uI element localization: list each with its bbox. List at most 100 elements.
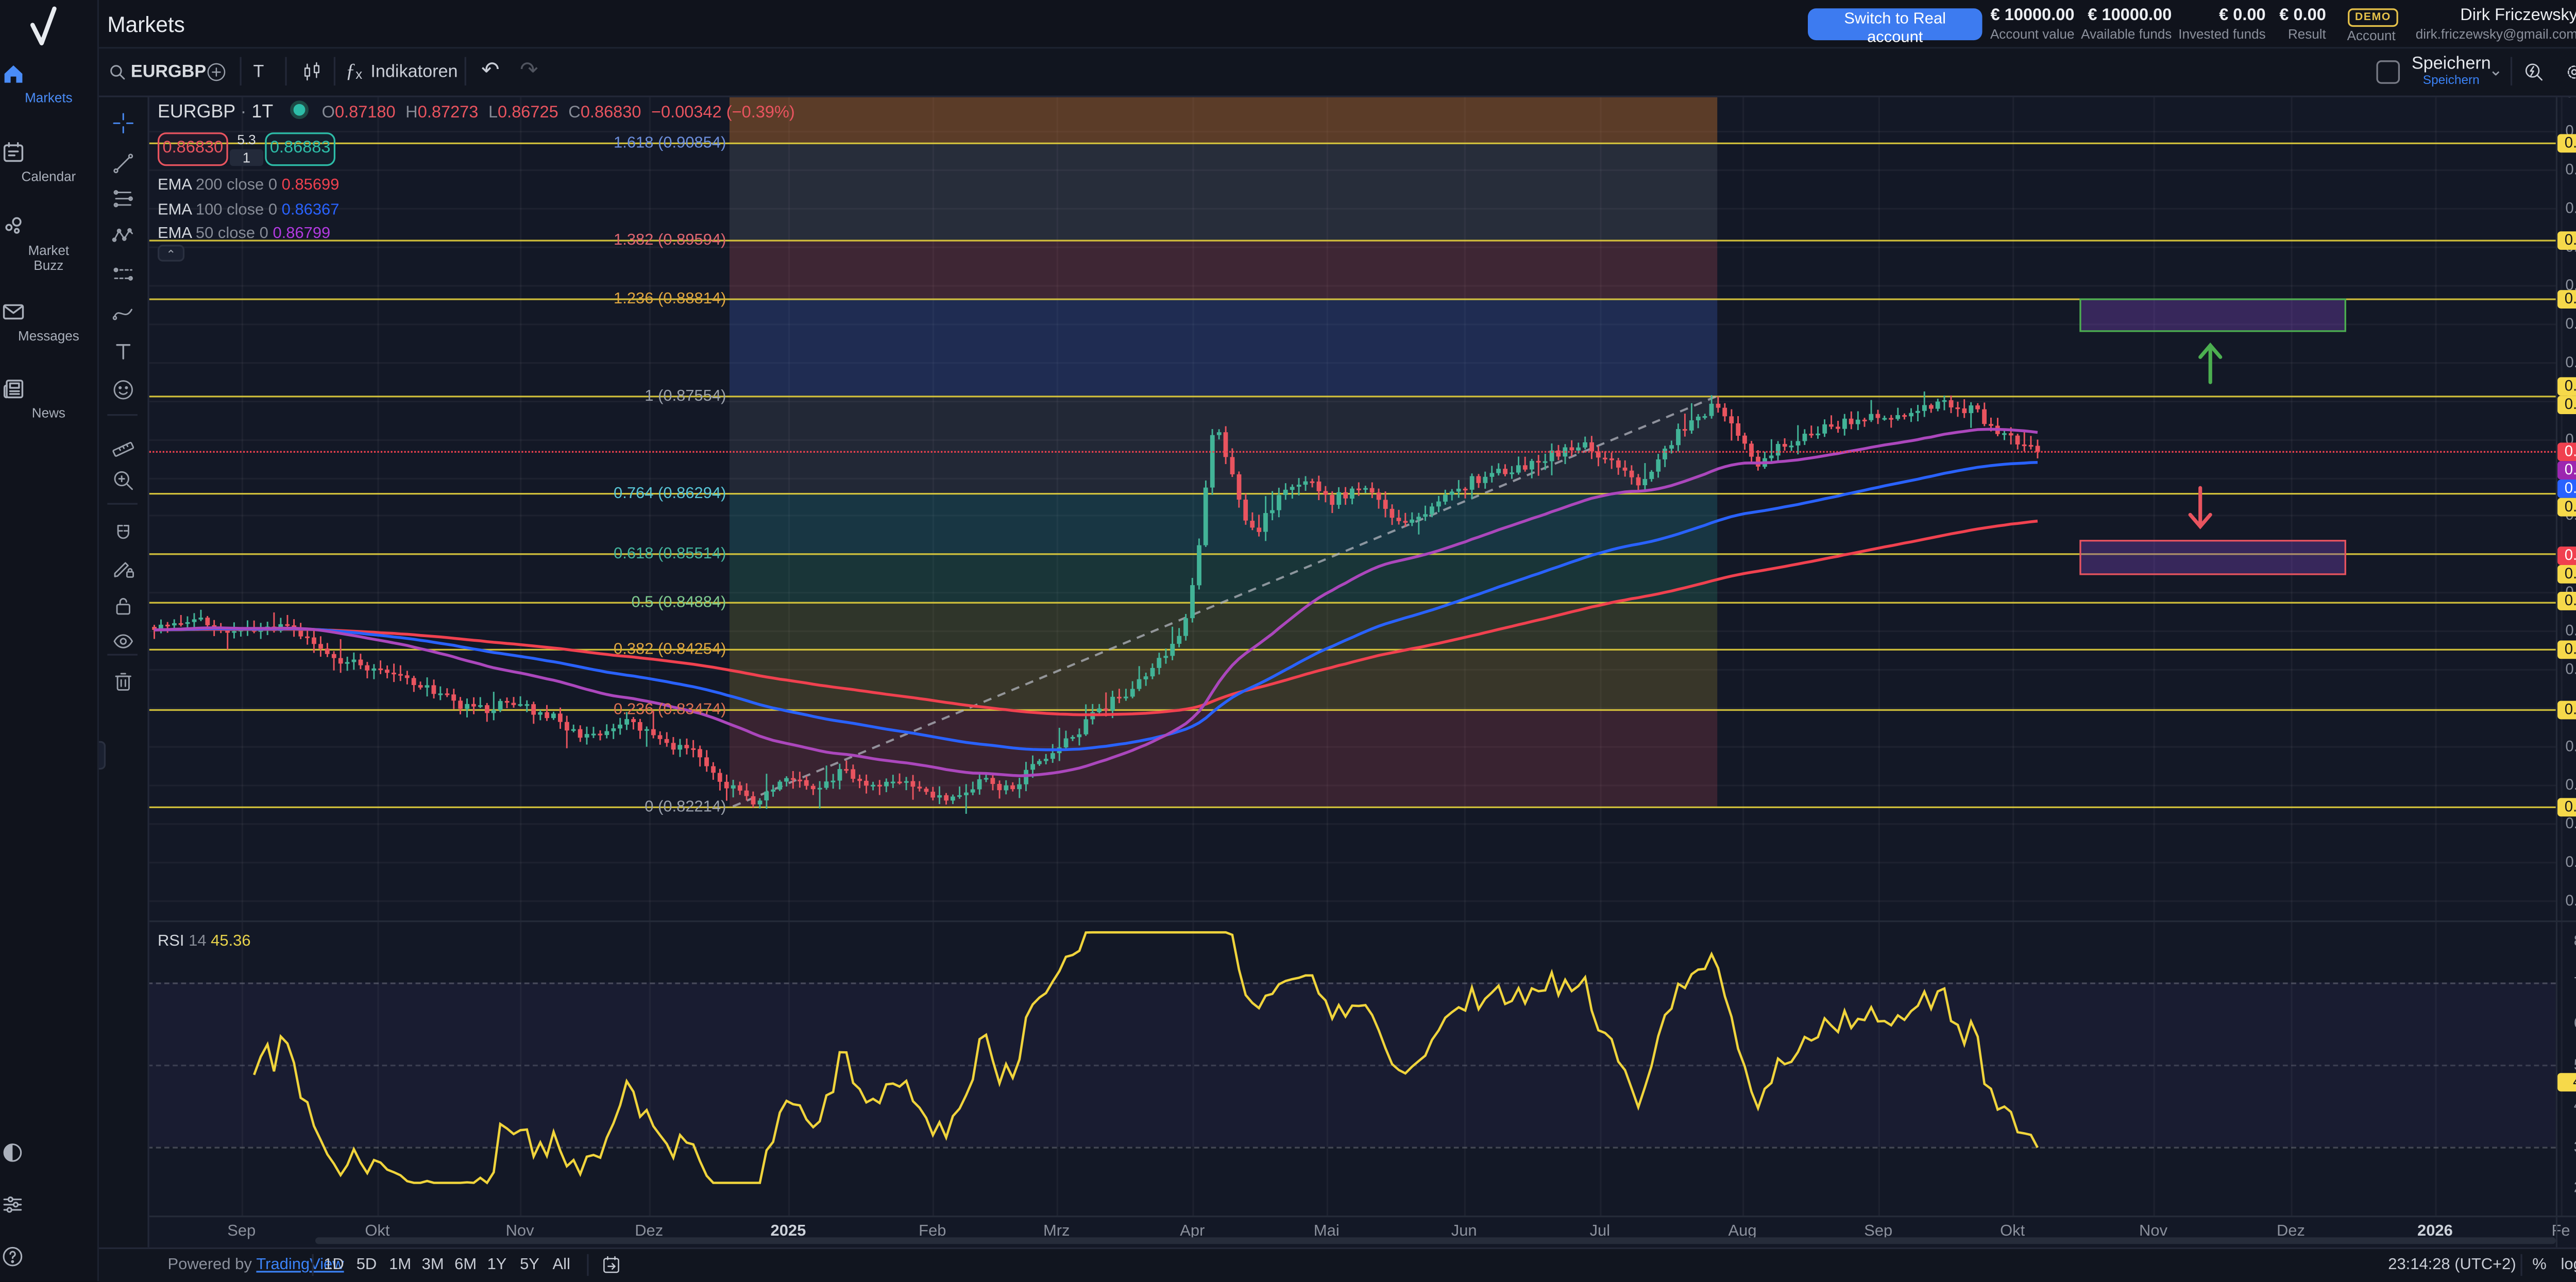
toolbar-separator [465,57,466,86]
indicator-legend-row[interactable]: EMA 100 close 0 0.86367 [158,200,339,219]
toolbar-separator [334,57,335,86]
time-axis-label: Sep [227,1222,256,1241]
range-button-1d[interactable]: 1D [324,1249,344,1281]
sliders-button[interactable] [0,1192,97,1217]
sidebar-item-label: Calendar [0,169,97,184]
ema-200-line[interactable] [154,521,2037,715]
switch-to-real-account-button[interactable]: Switch to Real account [1808,8,1982,40]
sidebar-item-news[interactable]: News [0,375,97,421]
tool-zoom-in[interactable] [97,463,148,496]
price-pane-canvas[interactable] [147,96,2555,921]
stat-label: Result [2279,27,2326,42]
price-axis-label: 0.84500 [2561,622,2576,639]
market-status-dot[interactable] [290,100,309,119]
stat-value: € 10000.00 [2081,7,2172,25]
quick-search-icon[interactable] [2522,47,2546,95]
user-name: Dirk Friczewsky [2460,7,2576,25]
indicator-name: EMA [158,225,191,243]
contrast-button[interactable] [0,1140,97,1165]
price-axis-chip: 0.86830 [2557,442,2576,461]
range-button-5y[interactable]: 5Y [520,1249,539,1281]
range-button-6m[interactable]: 6M [454,1249,477,1281]
range-button-1m[interactable]: 1M [389,1249,411,1281]
resistance-box[interactable] [2079,298,2346,332]
help-button[interactable] [0,1244,97,1269]
tool-trend-line[interactable] [97,146,148,179]
price-axis-label: 0.82500 [2561,776,2576,793]
account-stat: € 0.00Result [2279,7,2326,42]
tool-hide-drawings[interactable] [97,624,148,657]
account-stat: € 10000.00Available funds [2081,7,2172,42]
quantity-field[interactable]: 1 [230,149,263,166]
ema-100-line[interactable] [154,463,2037,750]
tool-text[interactable] [97,334,148,367]
indicators-button[interactable]: ƒxIndikatoren [346,47,458,95]
clock-label[interactable]: 23:14:28 (UTC+2) [2388,1249,2516,1281]
app-sidebar: Markets Calendar Market Buzz Messages News [0,0,99,1280]
price-axis-chip: 0.90854 [2557,133,2576,152]
save-menu-chevron-icon[interactable]: ⌄ [2489,47,2503,95]
horizontal-scrollbar[interactable] [315,1237,2556,1244]
rsi-legend-row[interactable]: RSI 14 45.36 [158,932,251,951]
rsi-value-label: 45.36 [2557,1073,2576,1092]
drawing-toolbar [97,96,149,1247]
save-button[interactable]: SpeichernSpeichern [2412,47,2491,95]
range-button-all[interactable]: All [553,1249,570,1281]
sidebar-item-market[interactable]: Market Buzz [0,213,97,273]
legend-change: −0.00342 (−0.39%) [651,104,795,123]
chart-settings-icon[interactable] [2563,47,2576,95]
price-axis-label: 0.81000 [2561,891,2576,908]
tool-brush[interactable] [97,295,148,329]
buy-button[interactable]: 0.86883 [265,132,335,166]
scale-button-log[interactable]: log [2561,1249,2576,1281]
legend-collapse-button[interactable]: ⌄ [158,245,184,262]
tool-crosshair[interactable] [97,106,148,139]
sidebar-item-markets[interactable]: Markets [0,60,97,106]
tool-ruler[interactable] [97,428,148,461]
tool-lock[interactable] [97,589,148,622]
indicator-legend-row[interactable]: EMA 50 close 0 0.86799 [158,225,330,243]
tool-fib-retracement[interactable] [97,181,148,215]
tool-remove-drawings[interactable] [97,664,148,697]
sidebar-item-messages[interactable]: Messages [0,298,97,344]
support-box[interactable] [2079,540,2346,575]
tool-projection[interactable] [97,257,148,290]
range-button-1y[interactable]: 1Y [487,1249,507,1281]
range-button-5d[interactable]: 5D [357,1249,377,1281]
chart-type-button[interactable] [300,47,324,95]
scale-button-%[interactable]: % [2532,1249,2547,1281]
price-axis-chip: 0.86799 [2557,461,2576,480]
go-to-date-button[interactable] [600,1249,622,1281]
down-arrow-drawing[interactable] [2190,488,2210,526]
sidebar-item-calendar[interactable]: Calendar [0,139,97,184]
rsi-pane-canvas[interactable] [147,920,2555,1216]
sidebar-item-label: Markets [0,91,97,106]
stat-label: Invested funds [2178,27,2265,42]
interval-button[interactable]: T [253,47,264,95]
tool-xabcd-pattern[interactable] [97,218,148,251]
price-axis-chip: 0.86367 [2557,480,2576,498]
ema-50-line[interactable] [154,429,2037,776]
symbol-search-input[interactable]: EURGBP [131,47,206,95]
tool-magnet[interactable] [97,517,148,550]
price-axis-chip: 0.87554 [2557,396,2576,414]
redo-button[interactable]: ↷ [520,47,538,95]
range-button-3m[interactable]: 3M [422,1249,444,1281]
toolbar-separator [107,503,138,505]
rsi-axis-label: 80.00 [2561,932,2576,949]
page-title: Markets [107,12,184,37]
legend-symbol[interactable]: EURGBP [158,102,235,123]
tool-emoji[interactable] [97,372,148,406]
news-icon [0,375,97,402]
indicator-legend-row[interactable]: EMA 200 close 0 0.85699 [158,176,339,195]
symbol-search-icon[interactable] [107,47,127,95]
legend-ohlc-value: 0.86725 [498,104,558,123]
undo-button[interactable]: ↶ [481,47,500,95]
add-symbol-button[interactable] [205,47,228,95]
save-layout-checkbox[interactable] [2376,47,2400,95]
up-arrow-drawing[interactable] [2200,346,2221,383]
sell-button[interactable]: 0.86830 [158,132,228,166]
tool-drawing-mode[interactable] [97,552,148,585]
chart-plot-area[interactable]: 0.915000.910000.905000.900000.895000.890… [0,0,2576,1281]
sidebar-item-label: Market Buzz [0,243,97,274]
